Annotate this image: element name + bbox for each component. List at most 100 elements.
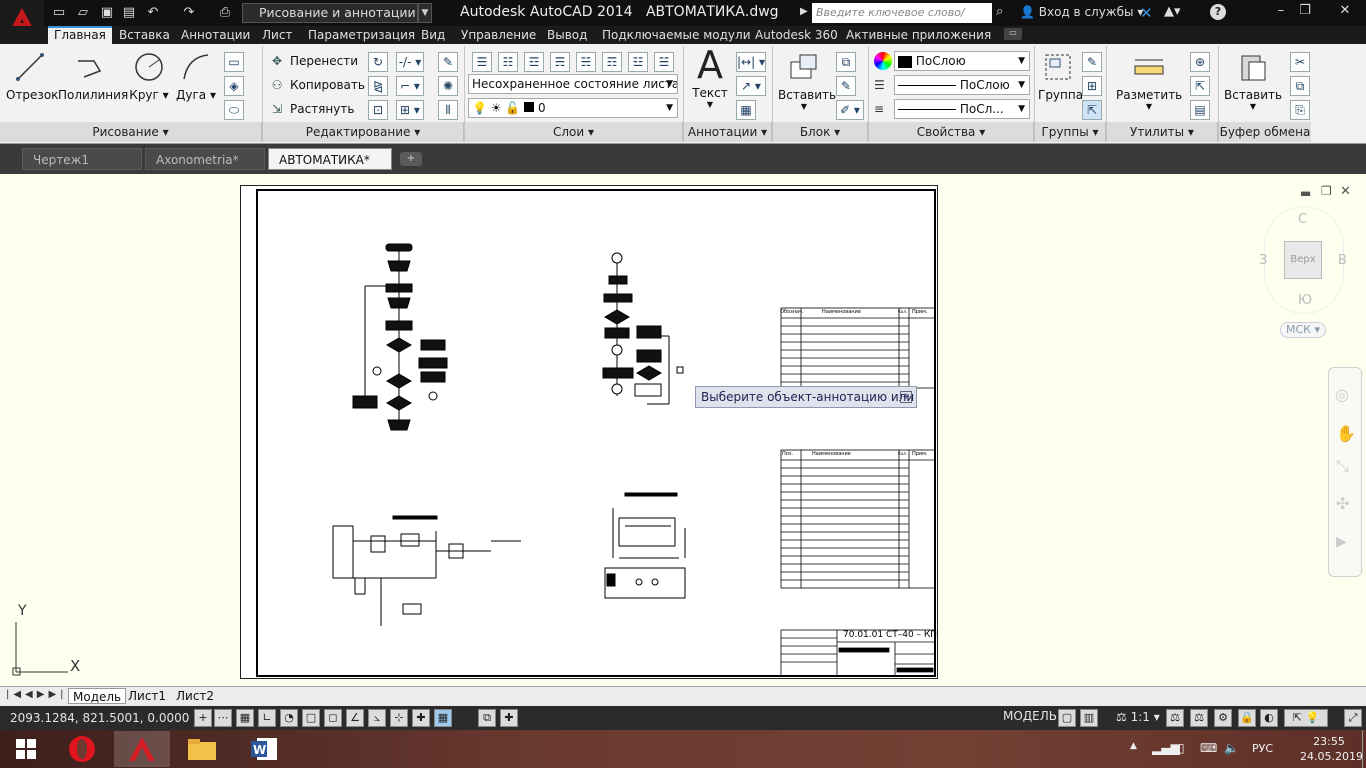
battery-icon[interactable]: ▯ bbox=[1178, 741, 1185, 755]
copy-button[interactable]: ⚇ Копировать bbox=[268, 76, 365, 94]
panel-title-annotation[interactable]: Аннотации ▾ bbox=[684, 122, 772, 142]
polyline-button[interactable]: Полилиния bbox=[58, 50, 128, 102]
viewcube-east[interactable]: В bbox=[1338, 253, 1347, 268]
keyboard-icon[interactable]: ⌨ bbox=[1200, 741, 1217, 755]
save-icon[interactable]: ▣ bbox=[98, 4, 116, 22]
network-icon[interactable]: ▂▄▆ bbox=[1152, 741, 1180, 755]
otrack-icon[interactable]: ∠ bbox=[346, 709, 364, 727]
doc-tab-avtomatika[interactable]: АВТОМАТИКА* ✕ bbox=[268, 148, 392, 189]
panel-title-utilities[interactable]: Утилиты ▾ bbox=[1107, 122, 1218, 142]
save-as-icon[interactable]: ▤ bbox=[120, 4, 138, 22]
trim-icon[interactable]: -/- ▾ bbox=[396, 52, 424, 72]
wcs-menu[interactable]: МСК ▾ bbox=[1280, 322, 1326, 338]
panel-title-draw[interactable]: Рисование ▾ bbox=[0, 122, 262, 142]
ribbon-toggle-icon[interactable]: ▭ bbox=[1004, 28, 1022, 40]
arc-button[interactable]: Дуга ▾ bbox=[176, 50, 216, 102]
lock-ui-icon[interactable]: 🔒 bbox=[1238, 709, 1256, 727]
rectangle-icon[interactable]: ▭ bbox=[224, 52, 244, 72]
ortho-icon[interactable]: ∟ bbox=[258, 709, 276, 727]
group-edit-icon[interactable]: ⊞ bbox=[1082, 76, 1102, 96]
snap-icon[interactable]: ⋯ bbox=[214, 709, 232, 727]
transparency-icon[interactable]: ▦ bbox=[434, 709, 452, 727]
layer-match-icon[interactable]: ☳ bbox=[628, 52, 648, 72]
new-tab-icon[interactable]: + bbox=[400, 152, 422, 166]
tab-insert[interactable]: Вставка bbox=[113, 26, 176, 44]
layer-dropdown[interactable]: 💡 ☀ 🔓 0 ▼ bbox=[468, 98, 678, 118]
layer-properties-icon[interactable]: ☰ bbox=[472, 52, 492, 72]
panel-title-layers[interactable]: Слои ▾ bbox=[465, 122, 683, 142]
annotation-visibility-icon[interactable]: ⚖ bbox=[1166, 709, 1184, 727]
tab-sheet1[interactable]: Лист1 bbox=[124, 688, 170, 704]
measure-button[interactable]: Разметить ▼ bbox=[1116, 50, 1182, 111]
ungroup-icon[interactable]: ✎ bbox=[1082, 52, 1102, 72]
autodesk-360-icon[interactable]: ▲▾ bbox=[1164, 4, 1181, 19]
help-icon[interactable]: ? bbox=[1210, 4, 1226, 20]
tab-model[interactable]: Модель bbox=[68, 688, 127, 704]
windows-start-icon[interactable] bbox=[4, 731, 48, 767]
tab-autodesk-360[interactable]: Autodesk 360 bbox=[749, 26, 844, 44]
word-icon[interactable]: W bbox=[242, 731, 286, 767]
text-button[interactable]: A Текст ▼ bbox=[690, 43, 730, 109]
layer-walk-icon[interactable]: ☱ bbox=[654, 52, 674, 72]
line-button[interactable]: Отрезок bbox=[6, 50, 58, 102]
layout-nav-arrows-icon[interactable]: |◀◀▶▶| bbox=[6, 689, 68, 700]
panel-title-properties[interactable]: Свойства ▾ bbox=[869, 122, 1034, 142]
annotation-monitor-icon[interactable]: ✚ bbox=[500, 709, 518, 727]
panel-title-block[interactable]: Блок ▾ bbox=[773, 122, 868, 142]
viewcube-north[interactable]: С bbox=[1298, 212, 1307, 227]
tab-active-apps[interactable]: Активные приложения bbox=[840, 26, 997, 44]
erase-icon[interactable]: ✎ bbox=[438, 52, 458, 72]
layer-off-icon[interactable]: ☵ bbox=[576, 52, 596, 72]
doc-tab-drawing1[interactable]: Чертеж1 bbox=[22, 148, 142, 170]
match-properties-icon[interactable] bbox=[874, 52, 892, 70]
viewport-minimize-icon[interactable]: ▬ bbox=[1300, 186, 1311, 200]
tab-annotate[interactable]: Аннотации bbox=[175, 26, 256, 44]
panel-title-clipboard[interactable]: Буфер обмена bbox=[1219, 122, 1311, 142]
grid-icon[interactable]: ▦ bbox=[236, 709, 254, 727]
opera-icon[interactable] bbox=[60, 731, 104, 767]
layer-freeze-icon[interactable]: ☴ bbox=[550, 52, 570, 72]
workspace-switch-icon[interactable]: ⚙ bbox=[1214, 709, 1232, 727]
copy-clip-icon[interactable]: ⧉ bbox=[1290, 76, 1310, 96]
model-space-button[interactable]: МОДЕЛЬ bbox=[1003, 709, 1057, 723]
scale-icon[interactable]: ⊡ bbox=[368, 100, 388, 120]
title-expand-icon[interactable]: ▶ bbox=[800, 6, 808, 17]
group-button[interactable]: Группа bbox=[1038, 50, 1083, 102]
workspace-dropdown[interactable]: Рисование и аннотации bbox=[242, 3, 418, 23]
tab-output[interactable]: Вывод bbox=[541, 26, 593, 44]
quick-view-drawings-icon[interactable]: ▥ bbox=[1080, 709, 1098, 727]
tooltip-expand-icon[interactable]: + bbox=[900, 391, 912, 403]
close-icon[interactable]: ✕ bbox=[1334, 2, 1356, 22]
clock[interactable]: 23:55 24.05.2019 bbox=[1300, 734, 1363, 764]
select-all-icon[interactable]: ⇱ bbox=[1190, 76, 1210, 96]
rotate-icon[interactable]: ↻ bbox=[368, 52, 388, 72]
copy-base-icon[interactable]: ⎘ bbox=[1290, 100, 1310, 120]
tab-home[interactable]: Главная bbox=[48, 26, 112, 44]
dyn-icon[interactable]: ⊹ bbox=[390, 709, 408, 727]
layer-lock-icon[interactable]: ☶ bbox=[602, 52, 622, 72]
stretch-button[interactable]: ⇲ Растянуть bbox=[268, 100, 354, 118]
minimize-icon[interactable]: – bbox=[1270, 2, 1292, 22]
file-explorer-icon[interactable] bbox=[180, 731, 224, 767]
panel-title-modify[interactable]: Редактирование ▾ bbox=[263, 122, 464, 142]
workspace-dropdown-arrow-icon[interactable]: ▼ bbox=[418, 3, 432, 23]
quick-select-icon[interactable]: ⊕ bbox=[1190, 52, 1210, 72]
color-dropdown[interactable]: ПоСлою ▼ bbox=[894, 51, 1030, 71]
group-selection-icon[interactable]: ⇱ bbox=[1082, 100, 1102, 120]
tab-manage[interactable]: Управление bbox=[455, 26, 542, 44]
move-button[interactable]: ✥ Перенести bbox=[268, 52, 358, 70]
infer-constraints-icon[interactable]: + bbox=[194, 709, 212, 727]
tray-expand-icon[interactable]: ▲ bbox=[1130, 741, 1137, 751]
redo-icon[interactable]: ↷ bbox=[180, 4, 198, 22]
tab-layout[interactable]: Лист bbox=[256, 26, 298, 44]
showmotion-icon[interactable]: ▶ bbox=[1336, 534, 1347, 550]
viewcube-south[interactable]: Ю bbox=[1298, 293, 1312, 308]
fillet-icon[interactable]: ⌐ ▾ bbox=[396, 76, 424, 96]
table-icon[interactable]: ▦ bbox=[736, 100, 756, 120]
tab-view[interactable]: Вид bbox=[415, 26, 451, 44]
undo-icon[interactable]: ↶ bbox=[144, 4, 162, 22]
clean-screen-icon[interactable]: ⤢ bbox=[1344, 709, 1362, 727]
3dosnap-icon[interactable]: ◻ bbox=[324, 709, 342, 727]
selection-cycling-icon[interactable]: ⧉ bbox=[478, 709, 496, 727]
dimension-icon[interactable]: |↔| ▾ bbox=[736, 52, 766, 72]
